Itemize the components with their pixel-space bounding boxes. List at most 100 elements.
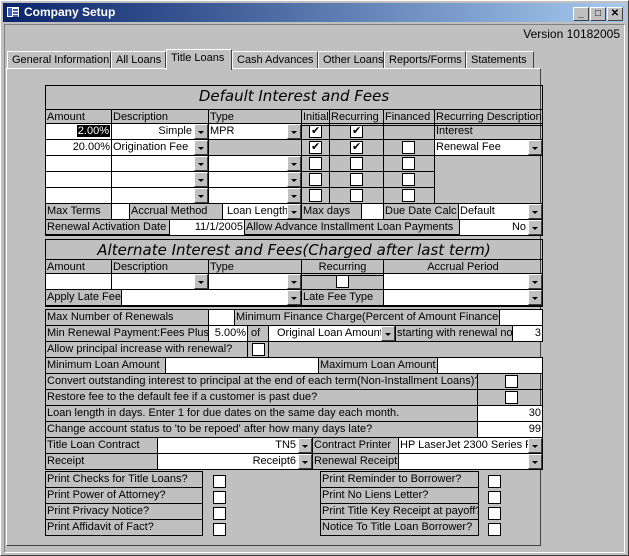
starting-renewal-field[interactable]: 3 xyxy=(512,325,543,342)
amount-field[interactable] xyxy=(45,171,112,188)
chevron-down-icon[interactable] xyxy=(528,454,542,469)
type-select[interactable]: MPR xyxy=(208,123,302,140)
chevron-down-icon[interactable] xyxy=(194,188,208,203)
amount-field[interactable]: 20.00% xyxy=(45,139,112,156)
chevron-down-icon[interactable] xyxy=(287,172,301,187)
title-bar[interactable]: Company Setup _ □ ✕ xyxy=(3,3,626,22)
restore-fee-checkbox[interactable] xyxy=(505,391,518,404)
description-select[interactable] xyxy=(111,171,209,188)
maximize-button[interactable]: □ xyxy=(590,7,606,21)
description-select[interactable] xyxy=(111,155,209,172)
tab-reports-forms[interactable]: Reports/Forms xyxy=(384,51,466,69)
chevron-down-icon[interactable] xyxy=(194,156,208,171)
renewal-receipt-select[interactable] xyxy=(398,453,543,470)
financed-checkbox[interactable] xyxy=(402,141,415,154)
print-reminder-checkbox[interactable] xyxy=(488,475,501,488)
chevron-down-icon[interactable] xyxy=(194,274,208,289)
alt-amount-field[interactable] xyxy=(45,273,112,290)
min-renewal-basis-select[interactable]: Original Loan Amount xyxy=(268,325,396,342)
chevron-down-icon[interactable] xyxy=(528,204,542,219)
allow-principal-checkbox[interactable] xyxy=(252,343,265,356)
amount-field[interactable] xyxy=(45,155,112,172)
alt-recurring-checkbox[interactable] xyxy=(336,275,349,288)
chevron-down-icon[interactable] xyxy=(528,140,542,155)
recurring-description-select[interactable]: Renewal Fee xyxy=(434,139,543,156)
alt-type-select[interactable] xyxy=(208,273,302,290)
tab-cash-advances[interactable]: Cash Advances xyxy=(232,51,318,69)
description-select[interactable] xyxy=(111,187,209,204)
initial-checkbox[interactable] xyxy=(309,189,322,202)
type-select[interactable] xyxy=(208,171,302,188)
contract-printer-select[interactable]: HP LaserJet 2300 Series F xyxy=(398,437,543,454)
max-days-field[interactable] xyxy=(361,203,384,220)
recurring-checkbox[interactable] xyxy=(350,124,363,139)
chevron-down-icon[interactable] xyxy=(528,438,542,453)
loan-length-field[interactable]: 30 xyxy=(477,405,543,422)
initial-checkbox[interactable] xyxy=(309,124,322,139)
chevron-down-icon[interactable] xyxy=(287,274,301,289)
tab-general-information[interactable]: General Information xyxy=(7,51,111,69)
recurring-checkbox[interactable] xyxy=(350,173,363,186)
max-terms-field[interactable] xyxy=(111,203,130,220)
late-fee-type-select[interactable] xyxy=(383,289,543,306)
tab-statements[interactable]: Statements xyxy=(466,51,534,69)
description-select[interactable]: Origination Fee xyxy=(111,139,209,156)
chevron-down-icon[interactable] xyxy=(287,156,301,171)
chevron-down-icon[interactable] xyxy=(528,220,542,235)
receipt-select[interactable]: Receipt6 xyxy=(157,453,313,470)
tab-title-loans[interactable]: Title Loans xyxy=(166,49,232,70)
min-finance-charge-field[interactable] xyxy=(499,309,543,326)
chevron-down-icon[interactable] xyxy=(287,290,301,305)
due-date-calc-select[interactable]: Default xyxy=(458,203,543,220)
initial-checkbox[interactable] xyxy=(309,140,322,155)
notice-to-borrower-checkbox[interactable] xyxy=(488,523,501,536)
tab-other-loans[interactable]: Other Loans xyxy=(318,51,384,69)
print-affidavit-checkbox[interactable] xyxy=(213,523,226,536)
alt-description-select[interactable] xyxy=(111,273,209,290)
max-loan-field[interactable] xyxy=(437,357,543,374)
print-no-liens-checkbox[interactable] xyxy=(488,491,501,504)
print-checks-checkbox[interactable] xyxy=(213,475,226,488)
minimize-button[interactable]: _ xyxy=(573,7,589,21)
chevron-down-icon[interactable] xyxy=(298,454,312,469)
amount-field[interactable]: 2.00% xyxy=(45,123,112,140)
description-select[interactable]: Simple xyxy=(111,123,209,140)
chevron-down-icon[interactable] xyxy=(528,274,542,289)
tab-all-loans[interactable]: All Loans xyxy=(111,51,166,69)
type-select[interactable] xyxy=(208,187,302,204)
initial-checkbox[interactable] xyxy=(309,157,322,170)
recurring-checkbox[interactable] xyxy=(350,140,363,155)
min-renewal-pct-field[interactable]: 5.00% xyxy=(208,325,248,342)
convert-interest-checkbox[interactable] xyxy=(505,375,518,388)
accrual-method-select[interactable]: Loan Length xyxy=(222,203,302,220)
apply-late-fee-select[interactable] xyxy=(121,289,302,306)
chevron-down-icon[interactable] xyxy=(287,204,301,219)
chevron-down-icon[interactable] xyxy=(287,124,301,139)
financed-checkbox[interactable] xyxy=(402,189,415,202)
chevron-down-icon[interactable] xyxy=(287,188,301,203)
chevron-down-icon[interactable] xyxy=(381,326,395,341)
financed-checkbox[interactable] xyxy=(402,157,415,170)
type-select[interactable] xyxy=(208,155,302,172)
recurring-checkbox[interactable] xyxy=(350,157,363,170)
chevron-down-icon[interactable] xyxy=(194,172,208,187)
close-button[interactable]: ✕ xyxy=(607,7,623,21)
amount-field[interactable] xyxy=(45,187,112,204)
chevron-down-icon[interactable] xyxy=(528,290,542,305)
recurring-checkbox[interactable] xyxy=(350,189,363,202)
title-contract-select[interactable]: TN5 xyxy=(157,437,313,454)
chevron-down-icon[interactable] xyxy=(194,140,208,155)
renewal-activation-field[interactable]: 11/1/2005 xyxy=(169,219,245,236)
chevron-down-icon[interactable] xyxy=(298,438,312,453)
print-power-of-attorney-checkbox[interactable] xyxy=(213,491,226,504)
repo-days-field[interactable]: 99 xyxy=(477,421,543,438)
financed-checkbox[interactable] xyxy=(402,173,415,186)
print-privacy-notice-checkbox[interactable] xyxy=(213,507,226,520)
allow-advance-select[interactable]: No xyxy=(459,219,543,236)
initial-checkbox[interactable] xyxy=(309,173,322,186)
min-loan-field[interactable] xyxy=(165,357,319,374)
chevron-down-icon[interactable] xyxy=(194,124,208,139)
alt-accrual-period-select[interactable] xyxy=(383,273,543,290)
print-title-key-receipt-checkbox[interactable] xyxy=(488,507,501,520)
max-renewals-field[interactable] xyxy=(208,309,235,326)
